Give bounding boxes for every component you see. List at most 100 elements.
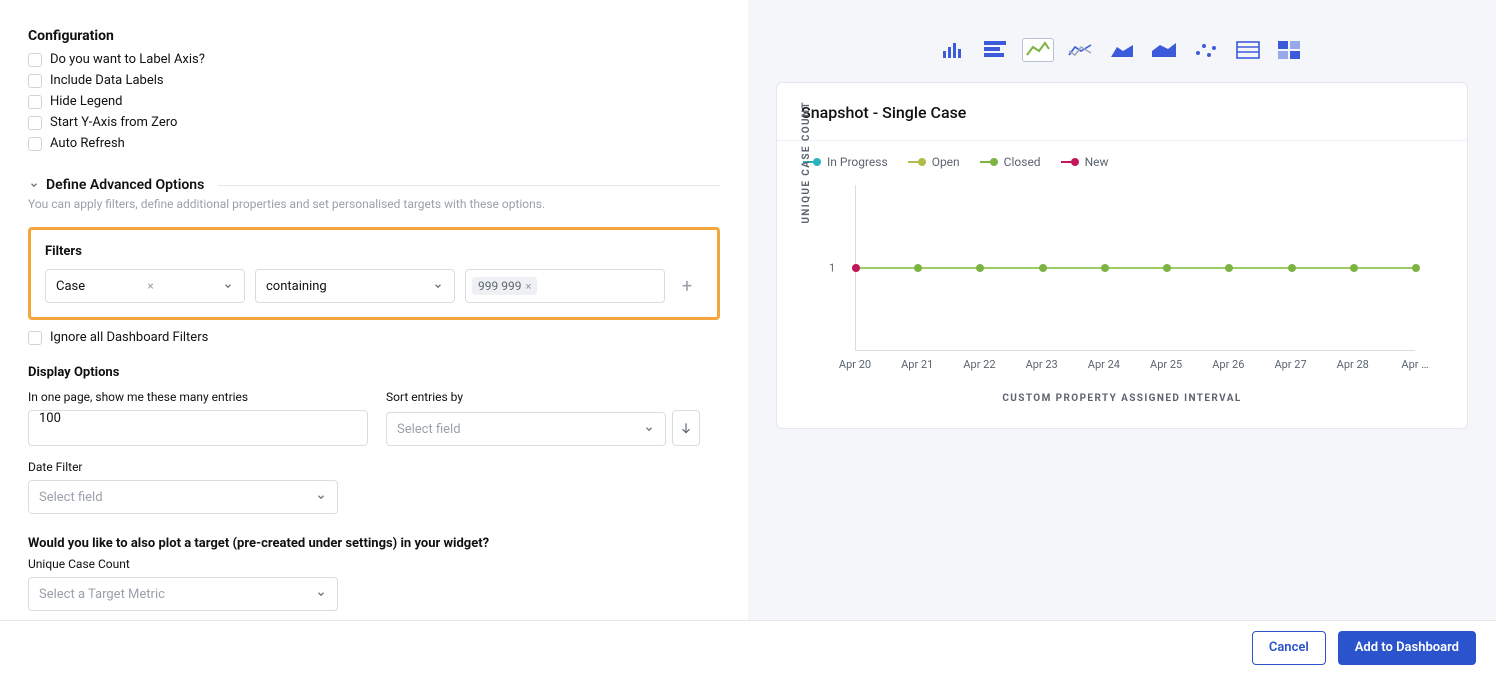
checkbox-hide-legend[interactable]: Hide Legend	[28, 94, 720, 109]
date-filter-select[interactable]: Select field	[28, 480, 338, 514]
x-tick: Apr 26	[1212, 358, 1244, 371]
remove-tag-icon[interactable]: ×	[525, 280, 531, 293]
x-tick: Apr …	[1401, 358, 1428, 371]
data-point	[1412, 264, 1420, 272]
configuration-title: Configuration	[28, 28, 720, 44]
data-point	[1225, 264, 1233, 272]
data-point-new	[852, 264, 860, 272]
chevron-down-icon	[315, 588, 327, 600]
date-filter-placeholder: Select field	[39, 490, 103, 505]
chart-type-stacked-bar-icon[interactable]	[980, 38, 1012, 62]
clear-icon[interactable]: ×	[147, 279, 153, 293]
filter-field-value: Case	[56, 279, 85, 294]
chart-type-scatter-icon[interactable]	[1190, 38, 1222, 62]
filter-row: Case × containing 999 999 ×	[45, 269, 703, 303]
legend-closed[interactable]: Closed	[980, 155, 1041, 169]
chart-type-bar-icon[interactable]	[938, 38, 970, 62]
checkbox-label: Ignore all Dashboard Filters	[50, 330, 208, 345]
chart-type-area-solid-icon[interactable]	[1148, 38, 1180, 62]
chevron-down-icon	[643, 423, 655, 435]
x-tick: Apr 24	[1088, 358, 1120, 371]
add-filter-button[interactable]: +	[675, 274, 699, 298]
x-tick: Apr 21	[901, 358, 933, 371]
legend-open[interactable]: Open	[908, 155, 960, 169]
legend-new[interactable]: New	[1061, 155, 1109, 169]
chart-type-table-icon[interactable]	[1232, 38, 1264, 62]
display-options-title: Display Options	[28, 365, 720, 380]
target-placeholder: Select a Target Metric	[39, 587, 165, 602]
chart-type-multiline-icon[interactable]	[1064, 38, 1096, 62]
sort-label: Sort entries by	[386, 390, 700, 404]
checkbox-label-axis[interactable]: Do you want to Label Axis?	[28, 52, 720, 67]
data-point	[1163, 264, 1171, 272]
checkbox-label: Do you want to Label Axis?	[50, 52, 205, 67]
data-point	[1101, 264, 1109, 272]
filter-field-select[interactable]: Case ×	[45, 269, 245, 303]
x-tick: Apr 27	[1274, 358, 1306, 371]
chevron-down-icon	[222, 280, 234, 292]
preview-panel: Snapshot - Single Case In Progress Open …	[748, 0, 1496, 620]
data-point	[976, 264, 984, 272]
x-axis-title: CUSTOM PROPERTY ASSIGNED INTERVAL	[797, 393, 1447, 404]
target-metric-select[interactable]: Select a Target Metric	[28, 577, 338, 611]
checkbox-label: Auto Refresh	[50, 136, 125, 151]
target-field-label: Unique Case Count	[28, 557, 720, 571]
checkbox-ignore-dashboard-filters[interactable]: Ignore all Dashboard Filters	[28, 330, 720, 345]
data-point	[1039, 264, 1047, 272]
checkbox-label: Include Data Labels	[50, 73, 164, 88]
chart-title: Snapshot - Single Case	[797, 103, 1447, 122]
sort-field-select[interactable]: Select field	[386, 412, 666, 446]
cancel-button[interactable]: Cancel	[1252, 631, 1326, 665]
chart-plot: UNIQUE CASE COUNT 1Apr 20Apr 21Apr 22Apr…	[845, 185, 1439, 385]
entries-value: 100	[39, 411, 61, 426]
advanced-options-title: Define Advanced Options	[46, 177, 204, 193]
checkbox-icon	[28, 137, 42, 151]
entries-label: In one page, show me these many entries	[28, 390, 368, 404]
legend-in-progress[interactable]: In Progress	[803, 155, 888, 169]
chart-legend: In Progress Open Closed New	[797, 155, 1447, 169]
chevron-down-icon	[28, 179, 40, 191]
chart-type-line-icon[interactable]	[1022, 38, 1054, 62]
chevron-down-icon	[315, 491, 327, 503]
checkbox-include-data-labels[interactable]: Include Data Labels	[28, 73, 720, 88]
x-tick: Apr 28	[1337, 358, 1369, 371]
checkbox-label: Start Y-Axis from Zero	[50, 115, 177, 130]
x-tick: Apr 20	[839, 358, 871, 371]
config-panel: Configuration Do you want to Label Axis?…	[0, 0, 748, 620]
plot-area	[855, 185, 1415, 351]
data-point	[1350, 264, 1358, 272]
checkbox-start-y-zero[interactable]: Start Y-Axis from Zero	[28, 115, 720, 130]
data-point	[1288, 264, 1296, 272]
date-filter-label: Date Filter	[28, 460, 720, 474]
chart-type-heatmap-icon[interactable]	[1274, 38, 1306, 62]
x-tick: Apr 23	[1026, 358, 1058, 371]
divider	[218, 185, 720, 186]
divider	[777, 140, 1467, 141]
checkbox-auto-refresh[interactable]: Auto Refresh	[28, 136, 720, 151]
filter-operator-value: containing	[266, 279, 327, 294]
filters-title: Filters	[45, 244, 703, 259]
advanced-options-subtitle: You can apply filters, define additional…	[28, 197, 720, 211]
filter-operator-select[interactable]: containing	[255, 269, 455, 303]
series-line	[856, 267, 1415, 269]
configuration-checkboxes: Do you want to Label Axis? Include Data …	[28, 52, 720, 151]
chevron-down-icon	[432, 280, 444, 292]
add-to-dashboard-button[interactable]: Add to Dashboard	[1338, 631, 1476, 665]
footer-actions: Cancel Add to Dashboard	[0, 620, 1496, 674]
checkbox-icon	[28, 74, 42, 88]
chart-type-selector	[776, 38, 1468, 62]
filter-value-input[interactable]: 999 999 ×	[465, 269, 665, 303]
data-point	[914, 264, 922, 272]
x-tick: Apr 22	[963, 358, 995, 371]
checkbox-icon	[28, 95, 42, 109]
sort-direction-toggle[interactable]	[672, 410, 700, 446]
sort-placeholder: Select field	[397, 422, 461, 437]
filters-highlight-box: Filters Case × containing	[28, 227, 720, 320]
filter-value-tag-text: 999 999	[478, 279, 521, 293]
entries-input[interactable]: 100	[28, 410, 368, 446]
chart-preview-card: Snapshot - Single Case In Progress Open …	[776, 82, 1468, 429]
chart-type-area-icon[interactable]	[1106, 38, 1138, 62]
checkbox-icon	[28, 331, 42, 345]
advanced-options-header[interactable]: Define Advanced Options	[28, 177, 720, 193]
x-tick: Apr 25	[1150, 358, 1182, 371]
